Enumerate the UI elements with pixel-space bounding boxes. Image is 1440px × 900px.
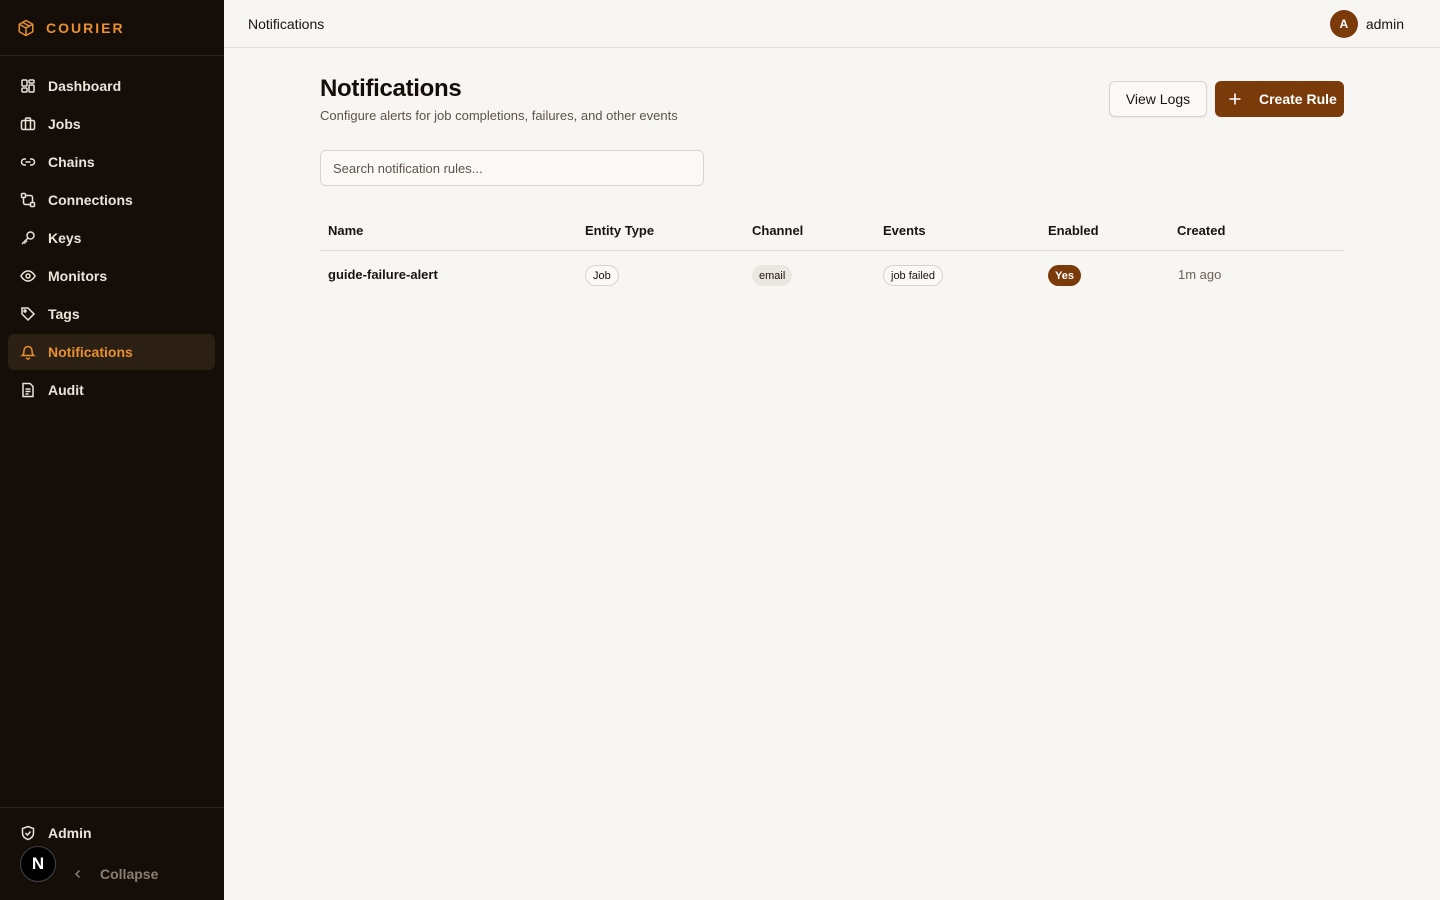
bell-icon (20, 344, 36, 360)
sidebar-item-label: Chains (48, 154, 95, 170)
table-row[interactable]: guide-failure-alert Job email job failed… (320, 251, 1344, 300)
channel-badge: email (752, 265, 793, 286)
sidebar-nav: Dashboard Jobs Chains Connections Keys M… (0, 56, 224, 408)
sidebar-item-label: Audit (48, 382, 84, 398)
brand[interactable]: COURIER (0, 0, 224, 56)
plus-icon (1228, 92, 1242, 106)
sidebar-item-admin[interactable]: Admin (20, 825, 92, 841)
sidebar: COURIER Dashboard Jobs Chains Connection… (0, 0, 224, 900)
sidebar-item-audit[interactable]: Audit (8, 372, 215, 408)
user-menu[interactable]: A admin (1329, 10, 1404, 38)
sidebar-item-dashboard[interactable]: Dashboard (8, 68, 215, 104)
table-header: Name Entity Type Channel Events Enabled … (320, 212, 1344, 251)
brand-name: COURIER (46, 19, 125, 36)
collapse-button[interactable]: Collapse (72, 866, 158, 882)
link-icon (20, 154, 36, 170)
collapse-label: Collapse (100, 866, 159, 882)
document-icon (20, 382, 36, 398)
sidebar-item-notifications[interactable]: Notifications (8, 334, 215, 370)
sidebar-item-monitors[interactable]: Monitors (8, 258, 215, 294)
sidebar-item-jobs[interactable]: Jobs (8, 106, 215, 142)
sidebar-item-label: Jobs (48, 116, 81, 132)
sidebar-footer: Admin N Collapse (0, 807, 224, 900)
sidebar-item-label: Keys (48, 230, 82, 246)
dashboard-icon (20, 78, 36, 94)
create-rule-button[interactable]: Create Rule (1215, 81, 1344, 117)
sidebar-item-label: Monitors (48, 268, 108, 284)
event-badge: job failed (883, 265, 944, 286)
sidebar-item-label: Admin (48, 825, 92, 841)
sidebar-item-keys[interactable]: Keys (8, 220, 215, 256)
page-subtitle: Configure alerts for job completions, fa… (320, 108, 678, 123)
eye-icon (20, 268, 36, 284)
key-icon (20, 230, 36, 246)
sidebar-item-tags[interactable]: Tags (8, 296, 215, 332)
tag-icon (20, 306, 36, 322)
column-header-name[interactable]: Name (328, 223, 363, 238)
sidebar-item-label: Tags (48, 306, 80, 322)
entity-type-badge: Job (585, 265, 619, 286)
page-title: Notifications (320, 75, 462, 102)
view-logs-button[interactable]: View Logs (1109, 81, 1207, 117)
n-badge[interactable]: N (20, 846, 56, 882)
sidebar-item-label: Connections (48, 192, 133, 208)
create-rule-label: Create Rule (1259, 91, 1337, 107)
username: admin (1365, 16, 1404, 32)
connections-icon (20, 192, 36, 208)
sidebar-item-chains[interactable]: Chains (8, 144, 215, 180)
column-header-channel[interactable]: Channel (752, 223, 803, 238)
column-header-created[interactable]: Created (1177, 223, 1225, 238)
search-input[interactable] (320, 150, 704, 186)
enabled-badge: Yes (1048, 265, 1081, 286)
chevron-left-icon (72, 868, 84, 880)
column-header-enabled[interactable]: Enabled (1048, 223, 1099, 238)
sidebar-item-label: Dashboard (48, 78, 122, 94)
sidebar-item-label: Notifications (48, 344, 133, 360)
rule-name[interactable]: guide-failure-alert (328, 267, 438, 282)
box-logo-icon (17, 19, 35, 37)
breadcrumb: Notifications (248, 15, 325, 32)
avatar: A (1329, 10, 1358, 38)
notification-rules-table: Name Entity Type Channel Events Enabled … (320, 212, 1344, 300)
sidebar-item-connections[interactable]: Connections (8, 182, 215, 218)
column-header-entity-type[interactable]: Entity Type (585, 223, 654, 238)
briefcase-icon (20, 116, 36, 132)
column-header-events[interactable]: Events (883, 223, 926, 238)
shield-icon (20, 825, 36, 841)
created-time: 1m ago (1178, 267, 1222, 282)
topbar: Notifications A admin (224, 0, 1440, 48)
